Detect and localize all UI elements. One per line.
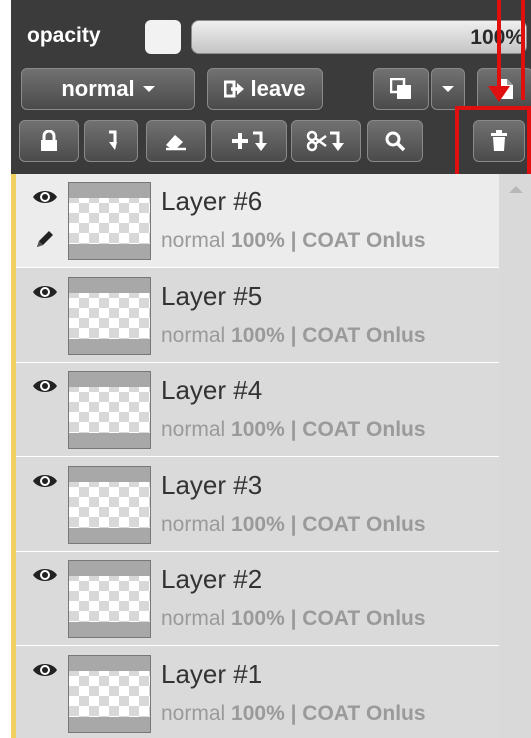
layer-meta: 100% | COAT Onlus xyxy=(231,229,426,252)
active-layer-stripe xyxy=(11,174,16,738)
layer-mode: normal xyxy=(161,607,232,630)
layer-thumbnail xyxy=(68,276,151,355)
leave-button[interactable]: leave xyxy=(207,68,323,110)
layer-row[interactable]: Layer #4 normal 100% | COAT Onlus xyxy=(16,363,499,457)
layer-name: Layer #5 xyxy=(161,280,263,311)
layer-thumbnail xyxy=(68,465,151,544)
duplicate-options-dropdown[interactable] xyxy=(431,68,465,110)
layer-details: normal 100% | COAT Onlus xyxy=(161,418,426,442)
layer-list: Layer #6 normal 100% | COAT Onlus Layer … xyxy=(11,174,531,738)
chevron-down-icon xyxy=(442,86,454,92)
layer-row[interactable]: Layer #6 normal 100% | COAT Onlus xyxy=(16,174,499,268)
opacity-color-swatch[interactable] xyxy=(145,20,181,54)
merge-down-button[interactable] xyxy=(84,120,138,162)
layer-details: normal 100% | COAT Onlus xyxy=(161,607,426,631)
layer-details: normal 100% | COAT Onlus xyxy=(161,702,426,726)
clear-layer-button[interactable] xyxy=(146,120,206,162)
layer-row[interactable]: Layer #5 normal 100% | COAT Onlus xyxy=(16,268,499,363)
layer-name: Layer #2 xyxy=(161,564,263,594)
opacity-slider[interactable]: 100% xyxy=(191,20,527,54)
layer-details: normal 100% | COAT Onlus xyxy=(161,513,426,537)
duplicate-icon xyxy=(390,78,412,100)
layer-mode: normal xyxy=(161,418,232,441)
add-merge-down-button[interactable] xyxy=(211,120,287,162)
layer-row[interactable]: Layer #2 normal 100% | COAT Onlus xyxy=(16,552,499,646)
lock-icon xyxy=(39,130,59,152)
chevron-down-icon xyxy=(142,86,155,92)
layer-meta: 100% | COAT Onlus xyxy=(231,701,426,725)
layer-mode: normal xyxy=(161,323,232,347)
highlight-arrow xyxy=(488,86,510,102)
layer-row[interactable]: Layer #3 normal 100% | COAT Onlus xyxy=(16,457,499,552)
opacity-label: opacity xyxy=(27,24,101,47)
layer-name: Layer #1 xyxy=(161,658,263,689)
layer-thumbnail xyxy=(68,182,151,260)
eraser-icon xyxy=(164,131,188,151)
layer-mode: normal xyxy=(161,512,232,536)
cut-merge-icon xyxy=(306,130,346,152)
layer-thumbnail xyxy=(68,654,151,733)
layer-details: normal 100% | COAT Onlus xyxy=(161,324,426,348)
eye-icon[interactable] xyxy=(32,283,58,306)
highlight-line xyxy=(521,0,525,100)
layer-name: Layer #4 xyxy=(161,375,263,405)
merge-down-icon xyxy=(104,130,118,152)
leave-label: leave xyxy=(250,76,306,101)
layer-meta: 100% | COAT Onlus xyxy=(231,512,426,536)
eye-icon[interactable] xyxy=(32,188,58,211)
blend-mode-value: normal xyxy=(61,76,135,101)
search-icon xyxy=(384,130,406,152)
layer-thumbnail xyxy=(68,371,151,449)
exit-icon xyxy=(224,79,246,99)
layer-meta: 100% | COAT Onlus xyxy=(231,323,426,347)
eye-icon[interactable] xyxy=(32,566,58,589)
layer-thumbnail xyxy=(68,560,151,638)
lock-layer-button[interactable] xyxy=(19,120,79,162)
scroll-up-arrow[interactable] xyxy=(509,186,523,193)
layer-toolbar: opacity 100% normal leave xyxy=(11,0,531,174)
layer-mode: normal xyxy=(161,701,232,725)
blend-mode-dropdown[interactable]: normal xyxy=(21,68,195,110)
search-layer-button[interactable] xyxy=(367,120,423,162)
eye-icon[interactable] xyxy=(32,661,58,684)
cut-merge-down-button[interactable] xyxy=(291,120,361,162)
layer-row[interactable]: Layer #1 normal 100% | COAT Onlus xyxy=(16,646,499,738)
highlight-line xyxy=(497,0,501,86)
layer-name: Layer #3 xyxy=(161,469,263,500)
duplicate-layer-button[interactable] xyxy=(373,68,429,110)
layer-details: normal 100% | COAT Onlus xyxy=(161,229,426,253)
eye-icon[interactable] xyxy=(32,377,58,400)
add-merge-icon xyxy=(229,130,269,152)
layer-name: Layer #6 xyxy=(161,186,263,216)
pencil-icon xyxy=(34,228,56,255)
layer-meta: 100% | COAT Onlus xyxy=(231,418,426,441)
layer-mode: normal xyxy=(161,229,232,252)
layer-meta: 100% | COAT Onlus xyxy=(231,607,426,630)
eye-icon[interactable] xyxy=(32,472,58,495)
